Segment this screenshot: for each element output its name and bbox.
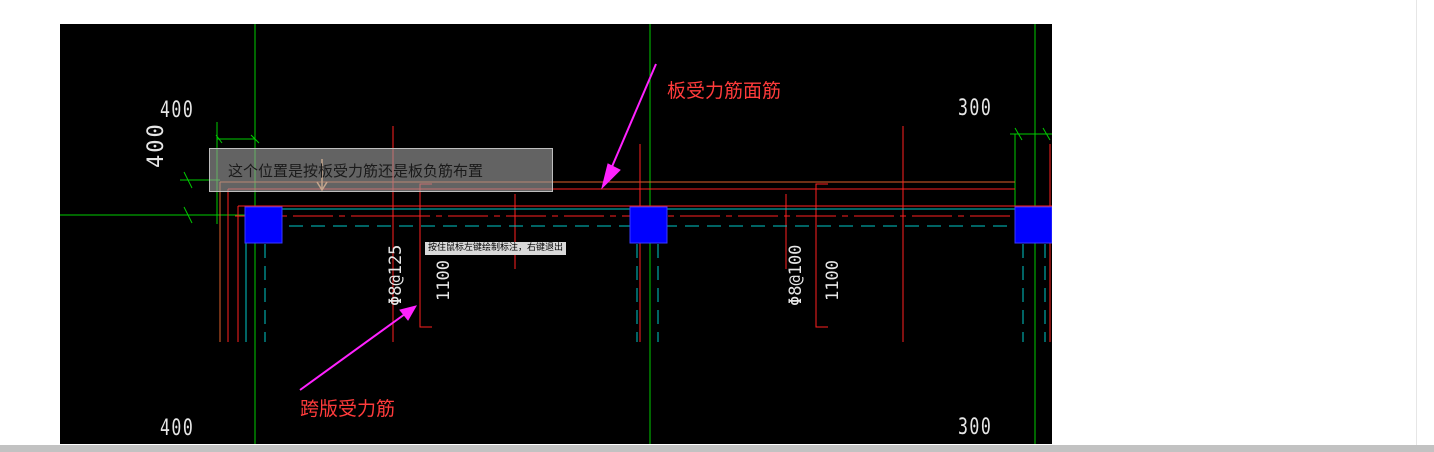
annotation-top-rebar: 板受力筋面筋 <box>667 80 782 102</box>
annotation-arrows <box>299 63 657 391</box>
rebar-spacing-left: Φ8@125 <box>386 244 406 306</box>
dimension-top-left-vertical: 400 <box>144 122 169 168</box>
dimension-top-left: 400 <box>160 98 195 123</box>
rebar-length-right: 1100 <box>823 260 843 301</box>
dimension-bottom-right: 300 <box>958 415 993 440</box>
command-hint-tooltip: 按住鼠标左键绘制标注，右键退出 <box>425 242 567 255</box>
cad-drawing-canvas[interactable]: 400 400 300 400 300 Φ8@125 1100 Φ8@100 1… <box>60 24 1052 444</box>
dimension-top-right: 300 <box>958 96 993 121</box>
vertical-scrollbar[interactable] <box>1416 0 1434 452</box>
column-right <box>1014 206 1052 244</box>
dimension-bottom-left: 400 <box>160 416 195 441</box>
columns <box>244 206 1052 244</box>
rebar-spacing-right: Φ8@100 <box>786 244 806 306</box>
question-tooltip: 这个位置是按板受力筋还是板负筋布置 <box>209 148 553 192</box>
column-left <box>244 206 283 244</box>
rebar-length-left: 1100 <box>434 260 454 301</box>
horizontal-scrollbar[interactable] <box>0 445 1434 452</box>
annotation-span-rebar: 跨版受力筋 <box>300 398 396 420</box>
column-middle <box>629 206 668 244</box>
drawing-lines <box>60 24 1052 444</box>
